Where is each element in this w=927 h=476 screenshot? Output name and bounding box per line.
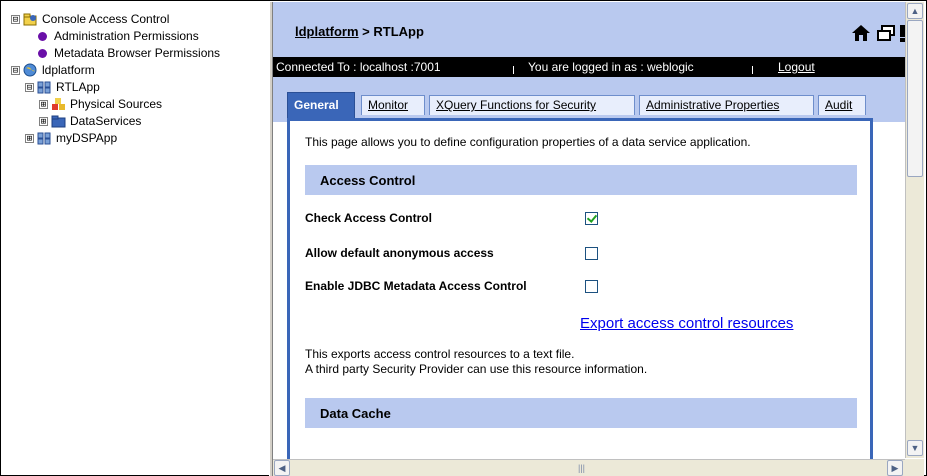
anonymous-access-label: Allow default anonymous access [305, 246, 494, 260]
page-description: This page allows you to define configura… [305, 135, 751, 149]
vertical-scrollbar[interactable]: ▲ ▼ [905, 2, 924, 458]
tab-audit[interactable]: Audit [818, 95, 866, 115]
export-access-control-link[interactable]: Export access control resources [580, 315, 793, 332]
tree-item-label: RTLApp [56, 80, 100, 94]
status-bar: Connected To : localhost :7001 You are l… [273, 57, 905, 77]
tree-item-label: myDSPApp [56, 131, 118, 145]
breadcrumb-current: > RTLApp [358, 24, 424, 39]
expand-icon[interactable]: ⊞ [39, 99, 48, 109]
bullet-icon [38, 48, 47, 58]
anonymous-access-checkbox[interactable] [585, 247, 598, 260]
tree-item-label: Physical Sources [70, 97, 163, 111]
jdbc-access-label: Enable JDBC Metadata Access Control [305, 279, 527, 293]
export-note-line2: A third party Security Provider can use … [305, 362, 648, 376]
check-access-control-label: Check Access Control [305, 211, 432, 225]
status-separator [752, 66, 753, 74]
tree-item-rtlapp[interactable]: ⊟ RTLApp [25, 79, 100, 95]
check-access-control-checkbox[interactable] [585, 212, 598, 225]
key-folder-icon [23, 12, 38, 26]
app-window: ⊟ Console Access Control Administration … [0, 0, 927, 476]
general-panel: This page allows you to define configura… [287, 118, 873, 459]
application-icon [37, 80, 52, 94]
export-note-line1: This exports access control resources to… [305, 347, 575, 361]
scroll-up-icon[interactable]: ▲ [907, 3, 923, 19]
collapse-icon[interactable]: ⊟ [25, 82, 34, 92]
globe-icon [23, 63, 38, 77]
scroll-down-icon[interactable]: ▼ [907, 440, 923, 456]
tree-item-dataservices[interactable]: ⊞ DataServices [39, 113, 141, 129]
bullet-icon [38, 31, 47, 41]
expand-icon[interactable]: ⊞ [25, 133, 34, 143]
tab-general[interactable]: General [287, 92, 355, 118]
tree-item-label: Administration Permissions [54, 29, 199, 43]
physical-sources-icon [51, 97, 66, 111]
tab-monitor[interactable]: Monitor [361, 95, 425, 115]
home-icon[interactable] [851, 23, 871, 43]
vertical-scroll-thumb[interactable] [907, 20, 923, 177]
section-title: Data Cache [320, 406, 391, 421]
collapse-icon[interactable]: ⊟ [11, 65, 20, 75]
access-control-header: Access Control [305, 165, 857, 195]
connection-status: Connected To : localhost :7001 [276, 60, 441, 74]
scrollbar-corner [905, 459, 924, 476]
scroll-grip-icon: ||| [578, 463, 586, 473]
tab-administrative-properties[interactable]: Administrative Properties [639, 95, 814, 115]
status-separator [513, 66, 514, 74]
jdbc-access-checkbox[interactable] [585, 280, 598, 293]
logout-link[interactable]: Logout [778, 60, 815, 74]
breadcrumb-link-ldplatform[interactable]: ldplatform [295, 24, 359, 39]
tab-xquery-functions[interactable]: XQuery Functions for Security [429, 95, 635, 115]
application-icon [37, 131, 52, 145]
navigation-tree: ⊟ Console Access Control Administration … [2, 2, 269, 466]
data-cache-header: Data Cache [305, 398, 857, 428]
expand-icon[interactable]: ⊞ [39, 116, 48, 126]
windows-icon[interactable] [876, 23, 896, 43]
logged-in-status: You are logged in as : weblogic [528, 60, 694, 74]
header-bar: ldplatform > RTLApp [273, 2, 905, 57]
scroll-right-icon[interactable]: ▶ [887, 460, 903, 476]
tree-item-label: Metadata Browser Permissions [54, 46, 221, 60]
tree-item-administration-permissions[interactable]: Administration Permissions [38, 28, 199, 44]
section-title: Access Control [320, 173, 416, 188]
tree-item-metadata-browser-permissions[interactable]: Metadata Browser Permissions [38, 45, 220, 61]
tree-item-ldplatform[interactable]: ⊟ ldplatform [11, 62, 95, 78]
tab-strip: General Monitor XQuery Functions for Sec… [273, 77, 905, 122]
breadcrumb: ldplatform > RTLApp [295, 24, 424, 39]
tree-item-label: Console Access Control [42, 12, 170, 26]
horizontal-scrollbar[interactable]: ◀ ||| ▶ [273, 459, 905, 476]
collapse-icon[interactable]: ⊟ [11, 14, 20, 24]
scroll-left-icon[interactable]: ◀ [274, 460, 290, 476]
tree-item-label: ldplatform [42, 63, 95, 77]
tree-item-label: DataServices [70, 114, 142, 128]
folder-icon [51, 114, 66, 128]
tree-item-console-access-control[interactable]: ⊟ Console Access Control [11, 11, 169, 27]
content-pane: ldplatform > RTLApp Connected To : local… [273, 2, 905, 459]
tree-item-physical-sources[interactable]: ⊞ Physical Sources [39, 96, 162, 112]
tree-item-mydspapp[interactable]: ⊞ myDSPApp [25, 130, 117, 146]
